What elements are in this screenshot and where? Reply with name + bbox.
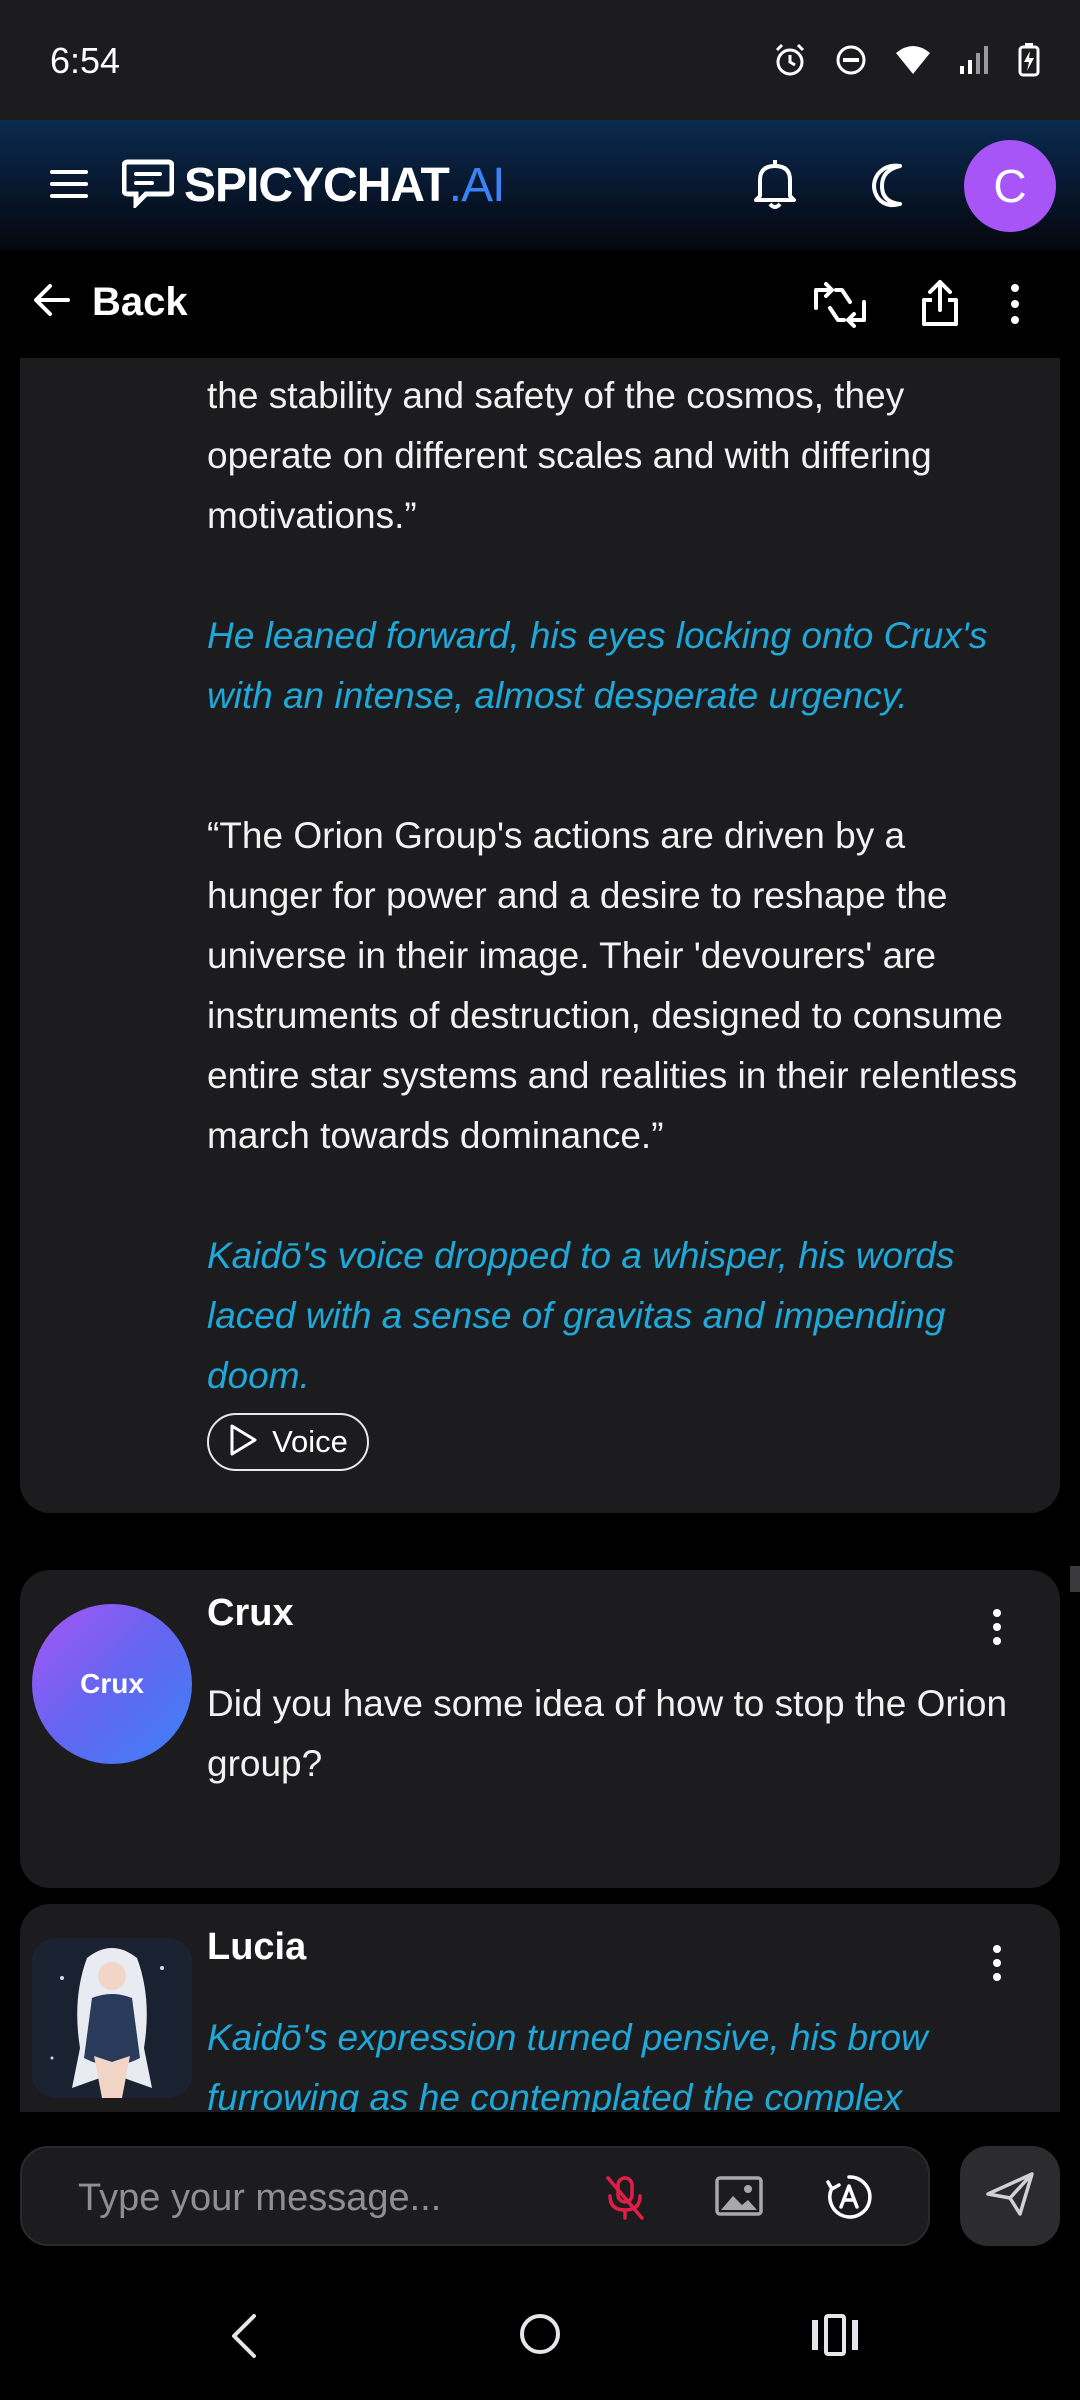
status-bar: 6:54 [0, 0, 1080, 120]
message-paragraph-italic: Kaidō's expression turned pensive, his b… [207, 2017, 928, 2112]
hamburger-menu-icon[interactable] [48, 166, 90, 207]
message-options-icon[interactable] [992, 1608, 1002, 1651]
play-icon [228, 1423, 258, 1462]
crux-avatar[interactable]: Crux [32, 1604, 192, 1764]
mic-muted-icon[interactable] [602, 2174, 648, 2227]
voice-button[interactable]: Voice [207, 1413, 369, 1471]
back-label: Back [92, 280, 188, 324]
logo-suffix: .AI [448, 159, 506, 212]
message-input-bar [0, 2112, 1080, 2272]
arrow-left-icon [32, 280, 72, 325]
back-button[interactable]: Back [32, 280, 188, 325]
chat-bubble-logo-icon [121, 158, 175, 213]
status-icons [772, 42, 1040, 78]
message-input-container[interactable] [20, 2146, 930, 2246]
message-paragraph: “The Orion Group's actions are driven by… [207, 815, 1018, 1156]
send-icon [984, 2170, 1036, 2223]
user-avatar[interactable]: C [964, 140, 1056, 232]
message-paragraph-italic: He leaned forward, his eyes locking onto… [207, 615, 988, 716]
more-options-icon[interactable] [1010, 282, 1020, 331]
system-navigation-bar [0, 2272, 1080, 2400]
message-input[interactable] [78, 2170, 598, 2226]
auto-mode-icon[interactable] [824, 2172, 874, 2227]
app-header: SPICYCHAT.AI C [0, 120, 1080, 250]
message-text: Did you have some idea of how to stop th… [207, 1683, 1008, 1784]
signal-icon [958, 44, 992, 76]
system-back-icon[interactable] [226, 2312, 262, 2365]
message-card-lucia: Lucia Kaidō's expression turned pensive,… [20, 1904, 1060, 2112]
chat-messages[interactable]: discovered. While both present significa… [0, 358, 1080, 2112]
wifi-icon [894, 44, 932, 76]
message-options-icon[interactable] [992, 1944, 1002, 1987]
character-name: Lucia [207, 1926, 307, 1968]
battery-charging-icon [1018, 43, 1040, 77]
character-name: Crux [207, 1592, 294, 1634]
message-paragraph: discovered. While both present significa… [207, 375, 932, 536]
app-logo[interactable]: SPICYCHAT.AI [121, 158, 506, 213]
lucia-avatar[interactable] [32, 1938, 192, 2098]
system-home-icon[interactable] [514, 2308, 566, 2365]
alarm-icon [772, 42, 808, 78]
system-recent-apps-icon[interactable] [810, 2314, 860, 2361]
do-not-disturb-icon [834, 43, 868, 77]
dark-mode-moon-icon[interactable] [868, 162, 914, 213]
logo-text: SPICYCHAT.AI [184, 158, 506, 213]
status-time: 6:54 [50, 40, 121, 81]
voice-label: Voice [272, 1424, 348, 1459]
logo-main: SPICYCHAT [184, 159, 450, 212]
message-card-crux: Crux Crux Did you have some idea of how … [20, 1570, 1060, 1888]
chat-nav-bar: Back [0, 250, 1080, 358]
send-button[interactable] [960, 2146, 1060, 2246]
message-paragraph-italic: Kaidō's voice dropped to a whisper, his … [207, 1235, 955, 1396]
message-card-lucia-previous: discovered. While both present significa… [20, 358, 1060, 1513]
image-upload-icon[interactable] [714, 2174, 764, 2223]
notifications-bell-icon[interactable] [752, 158, 798, 215]
scrollbar-thumb[interactable] [1070, 1566, 1080, 1592]
share-icon[interactable] [920, 278, 960, 333]
swap-arrows-icon[interactable] [812, 280, 868, 335]
